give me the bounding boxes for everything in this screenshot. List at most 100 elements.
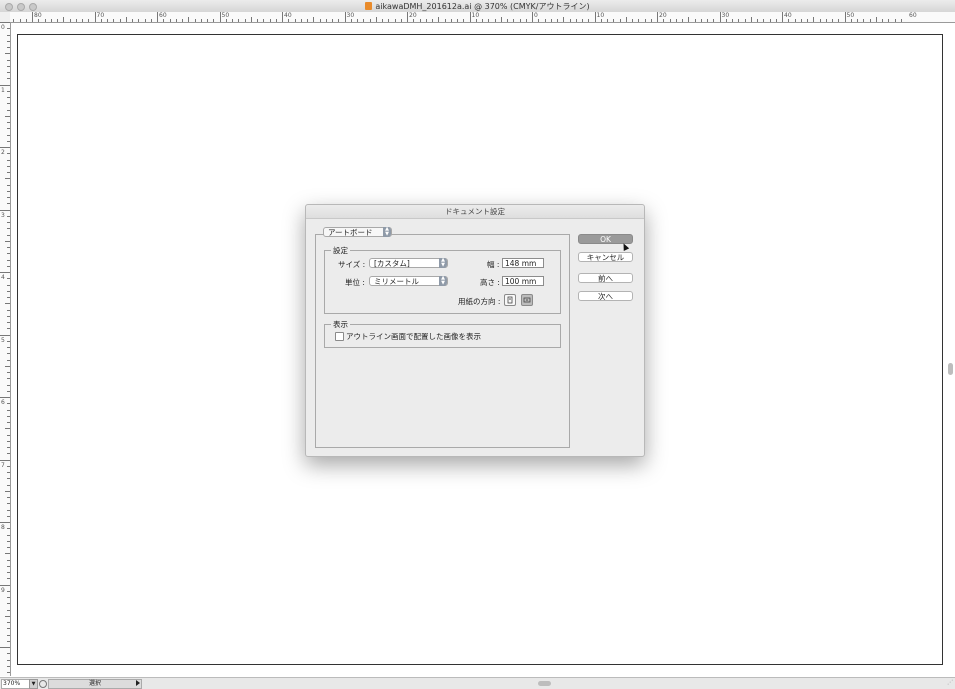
ruler-tick (244, 19, 246, 22)
ruler-label: 30 (721, 12, 730, 19)
next-button[interactable]: 次へ (578, 291, 633, 301)
ruler-label: 20 (659, 12, 667, 19)
ruler-tick (344, 12, 346, 22)
resize-grip-icon[interactable]: ⋰ (947, 679, 953, 686)
ruler-tick (7, 103, 10, 105)
width-field[interactable]: 148 mm (502, 258, 544, 268)
horizontal-ruler[interactable]: 80 70 60 50 40 30 20 10 0 10 20 30 40 50 60 (10, 12, 955, 23)
portrait-orientation-button[interactable] (504, 294, 516, 306)
ruler-tick (7, 565, 10, 567)
ruler-tick (7, 672, 10, 673)
ruler-tick (7, 259, 10, 261)
ruler-label: 40 (284, 12, 292, 19)
show-images-outline-label[interactable]: アウトライン画面で配置した画像を表示 (346, 331, 481, 342)
ruler-tick (250, 17, 252, 22)
ruler-tick (319, 19, 321, 22)
ruler-tick (7, 290, 10, 292)
ruler-label: 40 (784, 12, 792, 19)
ruler-tick (600, 19, 602, 22)
ruler-label: 10 (471, 12, 480, 19)
ruler-tick (7, 528, 10, 530)
vertical-scrollbar[interactable] (948, 363, 953, 375)
ruler-tick (307, 19, 308, 22)
vertical-ruler[interactable]: 0 1 2 3 4 5 6 7 8 9 (0, 22, 11, 676)
ruler-tick (0, 397, 10, 398)
ruler-tick (463, 19, 465, 22)
ruler-tick (263, 19, 265, 22)
ruler-label: 70 (96, 12, 105, 19)
height-field[interactable]: 100 mm (502, 276, 544, 286)
status-options-icon[interactable] (39, 680, 47, 688)
category-select[interactable]: アートボード ▲ ▼ (323, 227, 392, 237)
settings-legend: 設定 (331, 245, 350, 256)
ruler-tick (7, 472, 10, 473)
ruler-tick (7, 328, 10, 330)
chevron-updown-icon: ▲ ▼ (439, 276, 447, 286)
status-bar: 370% ▼ 選択 ⋰ (0, 677, 955, 689)
ruler-tick (69, 19, 71, 22)
ruler-tick (819, 19, 821, 22)
ruler-tick (450, 19, 452, 22)
ruler-tick (88, 19, 90, 22)
window-title-text: aikawaDMH_201612a.ai @ 370% (CMYK/アウトライン… (375, 2, 590, 11)
ruler-tick (638, 19, 640, 22)
ruler-label: 4 (1, 274, 5, 281)
ruler-tick (7, 172, 10, 173)
portrait-icon (507, 296, 513, 304)
ruler-tick (513, 19, 515, 22)
ruler-tick (7, 578, 10, 580)
ruler-tick (444, 19, 446, 22)
ruler-tick (163, 19, 165, 22)
ruler-tick (275, 19, 277, 22)
ruler-tick (7, 509, 10, 511)
ruler-tick (5, 303, 10, 305)
ruler-tick (575, 19, 577, 22)
ruler-tick (7, 265, 10, 267)
ruler-tick (7, 165, 10, 167)
ruler-tick (469, 12, 471, 22)
ruler-tick (588, 19, 590, 22)
ruler-tick (507, 19, 508, 22)
ruler-tick (7, 378, 10, 380)
ruler-tick (613, 19, 615, 22)
ruler-tick (157, 12, 158, 22)
ruler-tick (7, 440, 10, 442)
ruler-tick (138, 19, 140, 22)
ruler-tick (257, 19, 258, 22)
ruler-tick (7, 559, 10, 561)
cancel-button[interactable]: キャンセル (578, 252, 633, 262)
ruler-tick (188, 17, 190, 22)
ruler-tick (5, 178, 10, 180)
ruler-tick (32, 12, 33, 22)
ruler-tick (5, 53, 10, 55)
size-select[interactable]: [カスタム] ▲ ▼ (369, 258, 448, 268)
horizontal-scrollbar[interactable] (538, 681, 551, 686)
status-menu-arrow-icon[interactable] (136, 680, 140, 686)
ruler-tick (825, 19, 827, 22)
ruler-tick (475, 19, 477, 22)
ruler-tick (7, 190, 10, 192)
ruler-tick (413, 19, 415, 22)
ruler-tick (7, 153, 10, 155)
ruler-tick (7, 97, 10, 98)
landscape-orientation-button[interactable] (521, 294, 533, 306)
ruler-tick (113, 19, 115, 22)
ruler-tick (388, 19, 390, 22)
unit-select[interactable]: ミリメートル ▲ ▼ (369, 276, 448, 286)
ruler-tick (519, 19, 521, 22)
show-images-outline-checkbox[interactable] (335, 332, 344, 341)
ruler-tick (7, 90, 10, 92)
ruler-tick (7, 184, 10, 186)
ruler-tick (7, 122, 10, 123)
ruler-tick (369, 19, 371, 22)
artboard-settings-panel: 設定 サイズ : [カスタム] ▲ ▼ 幅 : 148 mm 単位 : ミリメート… (315, 234, 570, 448)
ruler-tick (7, 634, 10, 636)
ruler-tick (219, 12, 221, 22)
ruler-tick (0, 334, 10, 336)
height-label: 高さ : (480, 278, 500, 287)
orientation-label: 用紙の方向 : (458, 297, 501, 306)
ruler-label: 9 (1, 586, 5, 594)
ruler-label: 3 (1, 211, 5, 219)
ruler-tick (882, 19, 883, 22)
previous-button[interactable]: 前へ (578, 273, 633, 283)
